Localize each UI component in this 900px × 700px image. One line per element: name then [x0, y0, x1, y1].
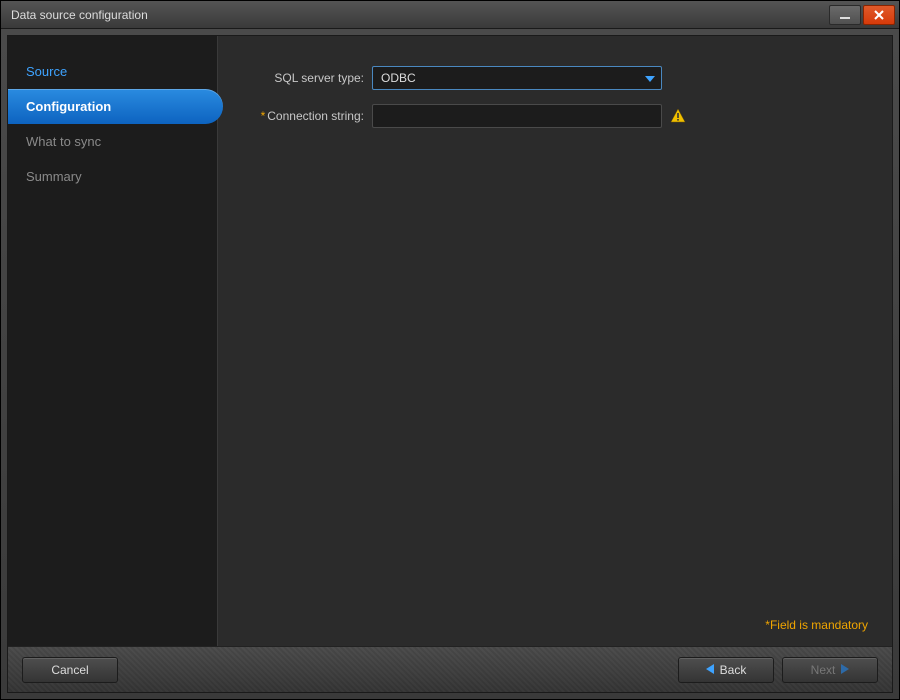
form-area: SQL server type: ODBC *Connection string… — [218, 36, 892, 646]
sidebar-item-label: What to sync — [26, 134, 101, 149]
row-sql-server-type: SQL server type: ODBC — [242, 66, 868, 90]
connection-string-input[interactable] — [372, 104, 662, 128]
mandatory-asterisk: * — [261, 109, 266, 123]
title-bar: Data source configuration — [1, 1, 899, 29]
warning-icon — [670, 108, 686, 124]
button-label: Next — [811, 663, 836, 677]
sql-server-type-select[interactable]: ODBC — [372, 66, 662, 90]
outer-frame: Source Configuration What to sync Summar… — [1, 29, 899, 699]
button-label: Cancel — [51, 663, 88, 677]
sidebar-item-configuration[interactable]: Configuration — [8, 89, 223, 124]
select-value: ODBC — [381, 71, 416, 85]
button-bar: Cancel Back Next — [8, 646, 892, 692]
button-label: Back — [720, 663, 747, 677]
label-sql-server-type: SQL server type: — [242, 71, 372, 85]
label-connection-string: *Connection string: — [242, 109, 372, 123]
sidebar-item-source[interactable]: Source — [8, 54, 217, 89]
sidebar-item-summary[interactable]: Summary — [8, 159, 217, 194]
window-title: Data source configuration — [11, 8, 829, 22]
window-controls — [829, 5, 895, 25]
minimize-icon — [839, 9, 851, 21]
next-button[interactable]: Next — [782, 657, 878, 683]
close-icon — [873, 9, 885, 21]
sidebar-item-label: Summary — [26, 169, 82, 184]
sidebar-item-label: Configuration — [26, 99, 111, 114]
mandatory-note: *Field is mandatory — [765, 618, 868, 632]
label-text: Connection string: — [267, 109, 364, 123]
row-connection-string: *Connection string: — [242, 104, 868, 128]
content-frame: Source Configuration What to sync Summar… — [7, 35, 893, 693]
main-area: Source Configuration What to sync Summar… — [8, 36, 892, 646]
back-button[interactable]: Back — [678, 657, 774, 683]
sidebar-item-label: Source — [26, 64, 67, 79]
chevron-left-icon — [706, 663, 714, 677]
wizard-sidebar: Source Configuration What to sync Summar… — [8, 36, 218, 646]
close-button[interactable] — [863, 5, 895, 25]
minimize-button[interactable] — [829, 5, 861, 25]
chevron-down-icon — [645, 71, 655, 85]
sidebar-item-what-to-sync[interactable]: What to sync — [8, 124, 217, 159]
cancel-button[interactable]: Cancel — [22, 657, 118, 683]
dialog-window: Data source configuration Source — [0, 0, 900, 700]
chevron-right-icon — [841, 663, 849, 677]
